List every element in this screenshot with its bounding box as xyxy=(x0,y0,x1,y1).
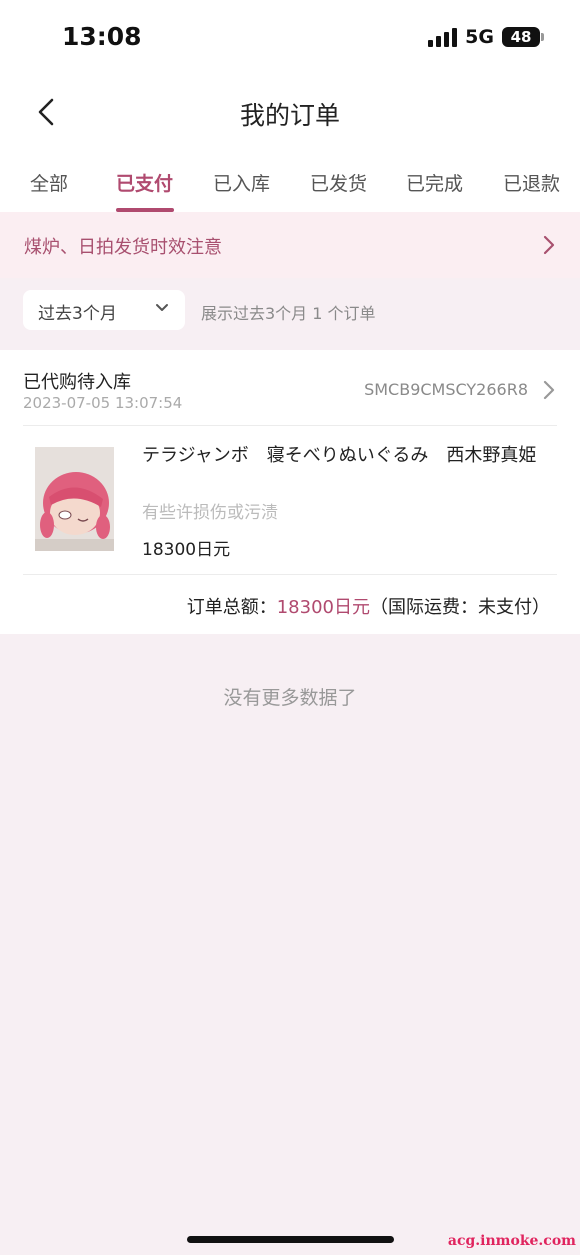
product-name[interactable]: テラジャンボ 寝そべりぬいぐるみ 西木野真姫 xyxy=(142,443,557,469)
status-indicators: 5G 48 xyxy=(428,26,544,48)
filter-row: 过去3个月 展示过去3个月 1 个订单 xyxy=(0,278,580,350)
divider xyxy=(23,425,557,426)
tab-all[interactable]: 全部 xyxy=(30,169,68,196)
order-tabs: 全部 已支付 已入库 已发货 已完成 已退款 xyxy=(0,150,580,212)
order-card[interactable]: 已代购待入库 2023-07-05 13:07:54 SMCB9CMSCY266… xyxy=(0,350,580,634)
product-price: 18300日元 xyxy=(142,540,231,560)
watermark: acg.inmoke.com xyxy=(447,1233,576,1249)
notice-text: 煤炉、日拍发货时效注意 xyxy=(24,237,222,258)
period-dropdown[interactable]: 过去3个月 xyxy=(23,290,185,330)
order-status: 已代购待入库 xyxy=(23,372,131,393)
shipping-note: （国际运费：未支付） xyxy=(370,597,550,618)
home-indicator[interactable] xyxy=(187,1236,394,1243)
chevron-right-icon xyxy=(543,235,555,255)
filter-summary: 展示过去3个月 1 个订单 xyxy=(201,304,376,323)
network-label: 5G xyxy=(465,26,494,48)
total-amount: 18300日元 xyxy=(276,597,370,618)
period-label: 过去3个月 xyxy=(38,304,117,324)
tab-shipped[interactable]: 已发货 xyxy=(310,169,367,196)
tab-stored[interactable]: 已入库 xyxy=(213,169,270,196)
battery-icon: 48 xyxy=(502,27,544,47)
status-bar: 13:08 5G 48 xyxy=(0,0,580,76)
divider xyxy=(23,574,557,575)
signal-icon xyxy=(428,27,458,47)
product-condition: 有些许损伤或污渍 xyxy=(142,503,278,523)
no-more-data: 没有更多数据了 xyxy=(223,687,357,709)
order-total: 订单总额：18300日元（国际运费：未支付） xyxy=(187,593,550,619)
tab-refunded[interactable]: 已退款 xyxy=(503,169,560,196)
order-id: SMCB9CMSCY266R8 xyxy=(364,380,528,399)
tab-completed[interactable]: 已完成 xyxy=(406,169,463,196)
nav-bar: 我的订单 xyxy=(0,76,580,150)
tab-paid[interactable]: 已支付 xyxy=(116,169,173,196)
chevron-right-icon[interactable] xyxy=(542,379,556,401)
total-label: 订单总额： xyxy=(186,597,277,618)
status-time: 13:08 xyxy=(62,22,142,51)
chevron-down-icon xyxy=(156,304,168,311)
product-image[interactable] xyxy=(35,447,114,551)
notice-banner[interactable]: 煤炉、日拍发货时效注意 xyxy=(0,212,580,278)
plush-doll-image xyxy=(35,447,114,551)
page-title: 我的订单 xyxy=(239,101,340,130)
battery-level: 48 xyxy=(510,28,532,46)
order-date: 2023-07-05 13:07:54 xyxy=(23,394,183,412)
